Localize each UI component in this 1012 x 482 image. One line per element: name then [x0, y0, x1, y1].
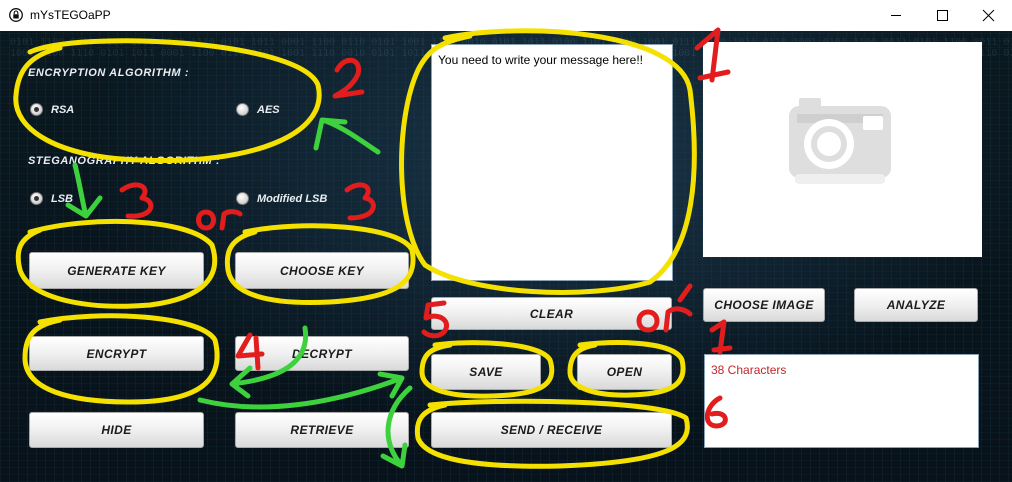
- choose-image-button[interactable]: CHOOSE IMAGE: [703, 288, 825, 322]
- send-receive-button[interactable]: SEND / RECEIVE: [431, 412, 672, 448]
- radio-rsa-label: RSA: [51, 103, 75, 116]
- radio-unselected-icon: [236, 192, 249, 205]
- analyze-button[interactable]: ANALYZE: [854, 288, 978, 322]
- encrypt-button[interactable]: ENCRYPT: [29, 336, 204, 371]
- choose-key-button[interactable]: CHOOSE KEY: [235, 252, 409, 289]
- message-box[interactable]: You need to write your message here!!: [431, 44, 673, 281]
- open-button[interactable]: OPEN: [577, 354, 672, 390]
- radio-aes-label: AES: [257, 103, 280, 116]
- radio-rsa[interactable]: RSA: [30, 103, 74, 116]
- close-button[interactable]: [965, 0, 1011, 31]
- radio-modified-lsb-label: Modified LSB: [257, 192, 328, 205]
- maximize-button[interactable]: [919, 0, 965, 31]
- close-icon: [982, 9, 995, 22]
- clear-button[interactable]: CLEAR: [431, 297, 672, 330]
- encryption-algorithm-label: ENCRYPTION ALGORITHM :: [28, 67, 190, 79]
- radio-unselected-icon: [236, 103, 249, 116]
- radio-aes[interactable]: AES: [236, 103, 280, 116]
- hide-button[interactable]: HIDE: [29, 412, 204, 448]
- decrypt-button[interactable]: DECRYPT: [235, 336, 409, 371]
- image-preview: [703, 42, 982, 257]
- character-count-text: 38 Characters: [711, 363, 787, 377]
- minimize-icon: [891, 15, 901, 16]
- maximize-icon: [937, 10, 948, 21]
- camera-icon: [789, 98, 891, 184]
- lock-icon: [9, 8, 23, 22]
- save-button[interactable]: SAVE: [431, 354, 541, 390]
- radio-selected-icon: [30, 192, 43, 205]
- character-count-box: 38 Characters: [704, 354, 979, 448]
- radio-lsb-label: LSB: [51, 192, 73, 205]
- radio-lsb[interactable]: LSB: [30, 192, 73, 205]
- radio-selected-icon: [30, 103, 43, 116]
- title-bar: mYsTEGOaPP: [0, 0, 1012, 31]
- retrieve-button[interactable]: RETRIEVE: [235, 412, 409, 448]
- message-input[interactable]: You need to write your message here!!: [432, 45, 672, 280]
- radio-modified-lsb[interactable]: Modified LSB: [236, 192, 327, 205]
- generate-key-button[interactable]: GENERATE KEY: [29, 252, 204, 289]
- steganography-algorithm-label: STEGANOGRAPHY ALGORITHM :: [28, 155, 221, 167]
- window-title: mYsTEGOaPP: [30, 8, 111, 22]
- minimize-button[interactable]: [873, 0, 919, 31]
